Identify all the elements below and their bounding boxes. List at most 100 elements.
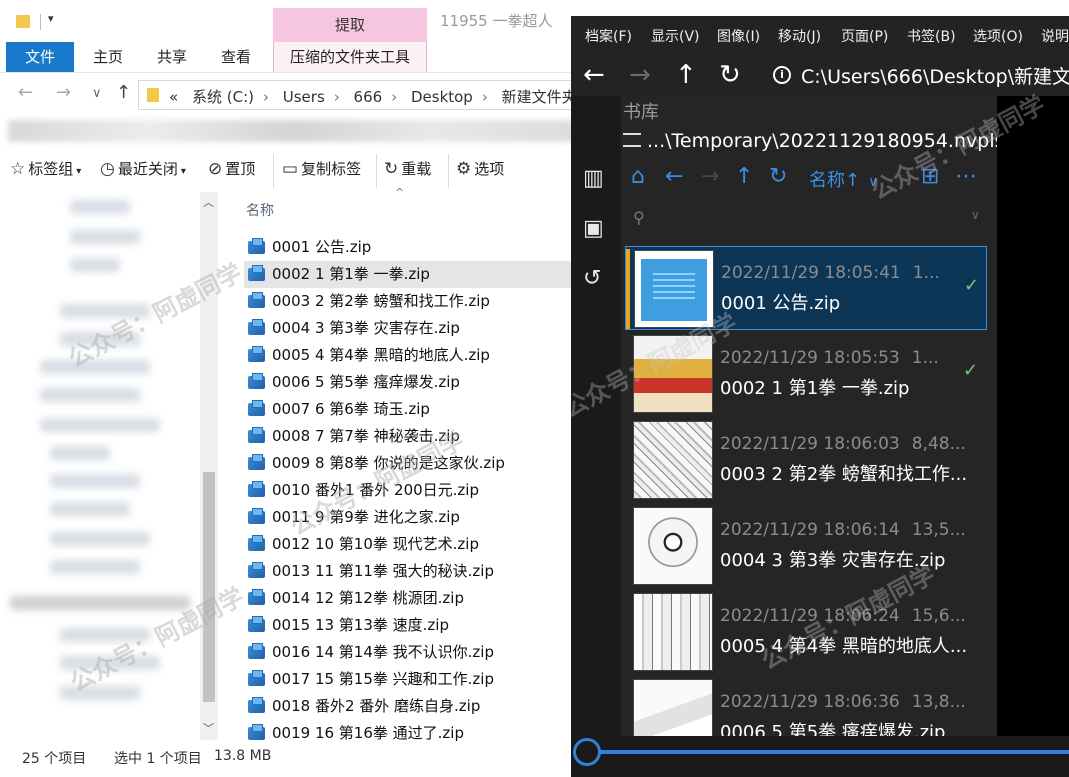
book-thumbnail: [633, 507, 713, 585]
tab-compressed-folder-tools[interactable]: 压缩的文件夹工具: [273, 42, 427, 72]
up-arrow-icon[interactable]: ↑: [735, 164, 753, 189]
file-name: 0017 15 第15拳 兴趣和工作.zip: [272, 670, 494, 688]
zip-archive-icon: [247, 319, 266, 336]
file-row[interactable]: 0013 11 第11拳 强大的秘诀.zip: [244, 558, 575, 585]
tab-home[interactable]: 主页: [80, 42, 136, 72]
tab-share[interactable]: 共享: [144, 42, 200, 72]
book-date-size: 2022/11/29 18:06:03 8,48...: [720, 434, 966, 454]
address-bar[interactable]: « 系统 (C:) › Users › 666 › Desktop › 新建文件夹: [138, 80, 577, 110]
file-row[interactable]: 0018 番外2 番外 磨练自身.zip: [244, 693, 575, 720]
breadcrumb-overflow[interactable]: «: [169, 88, 178, 106]
recent-locations-chevron-icon[interactable]: ∨: [92, 86, 102, 101]
slider-thumb[interactable]: [573, 738, 601, 766]
reload-button[interactable]: ↻ 重载: [384, 158, 431, 179]
menu-move[interactable]: 移动(J): [778, 26, 821, 46]
page-slider[interactable]: [571, 736, 1069, 777]
pin-label: 置顶: [225, 160, 256, 178]
file-name: 0002 1 第1拳 一拳.zip: [272, 265, 430, 283]
zip-archive-icon: [247, 508, 266, 525]
menu-image[interactable]: 图像(I): [717, 26, 760, 46]
menu-page[interactable]: 页面(P): [841, 26, 888, 46]
image-viewer-window: 档案(F) 显示(V) 图像(I) 移动(J) 页面(P) 书签(B) 选项(O…: [571, 16, 1069, 777]
breadcrumb-item-new-folder[interactable]: 新建文件夹: [502, 88, 577, 106]
paperclip-icon: ⊘: [208, 159, 223, 179]
file-name: 0018 番外2 番外 磨练自身.zip: [272, 697, 481, 715]
book-name: 0003 2 第2拳 螃蟹和找工作...: [720, 464, 968, 485]
file-row[interactable]: 0003 2 第2拳 螃蟹和找工作.zip: [244, 288, 575, 315]
breadcrumb-item-c-drive[interactable]: 系统 (C:): [192, 88, 254, 106]
search-box[interactable]: ⚲ ∨: [621, 200, 997, 236]
home-icon[interactable]: ⌂: [631, 164, 645, 189]
zip-archive-icon: [247, 454, 266, 471]
menu-bookmarks[interactable]: 书签(B): [907, 26, 956, 46]
image-display-area[interactable]: [997, 96, 1069, 736]
file-row[interactable]: 0015 13 第13拳 速度.zip: [244, 612, 575, 639]
forward-arrow-icon[interactable]: →: [56, 82, 71, 103]
customize-dropdown-icon[interactable]: ▾: [48, 12, 54, 25]
gear-icon: ⚙: [456, 159, 472, 179]
file-row[interactable]: 0014 12 第12拳 桃源团.zip: [244, 585, 575, 612]
file-row[interactable]: 0004 3 第3拳 灾害存在.zip: [244, 315, 575, 342]
file-name: 0016 14 第14拳 我不认识你.zip: [272, 643, 494, 661]
recently-closed-button[interactable]: ◷ 最近关闭 ▾: [100, 158, 186, 179]
zip-archive-icon: [247, 346, 266, 363]
read-check-icon: ✓: [964, 275, 980, 296]
more-options-icon[interactable]: ⋯: [955, 164, 977, 189]
breadcrumb-item-desktop[interactable]: Desktop: [411, 88, 473, 106]
image-icon[interactable]: ▣: [583, 216, 604, 241]
file-row[interactable]: 0016 14 第14拳 我不认识你.zip: [244, 639, 575, 666]
scroll-down-icon[interactable]: ﹀: [203, 720, 214, 736]
tab-file[interactable]: 文件: [6, 42, 74, 72]
history-icon[interactable]: ↺: [583, 266, 601, 291]
tab-groups-button[interactable]: ☆ 标签组 ▾: [10, 158, 81, 179]
column-header-name[interactable]: 名称: [246, 200, 274, 220]
copy-tabs-button[interactable]: ▭ 复制标签: [282, 158, 361, 179]
refresh-icon: ↻: [384, 159, 399, 179]
options-button[interactable]: ⚙ 选项: [456, 158, 504, 179]
refresh-icon[interactable]: ↻: [769, 164, 787, 189]
viewer-address-text[interactable]: C:\Users\666\Desktop\新建文: [801, 62, 1069, 89]
forward-arrow-icon[interactable]: →: [629, 60, 651, 90]
zip-archive-icon: [247, 562, 266, 579]
back-arrow-icon[interactable]: ←: [18, 82, 33, 103]
up-arrow-icon[interactable]: ↑: [675, 60, 697, 90]
file-row[interactable]: 0007 6 第6拳 琦玉.zip: [244, 396, 575, 423]
back-arrow-icon[interactable]: ←: [583, 60, 605, 90]
copy-tabs-label: 复制标签: [301, 160, 362, 178]
tab-view[interactable]: 查看: [208, 42, 264, 72]
chevron-down-icon[interactable]: ∨: [971, 208, 980, 222]
file-row[interactable]: 0001 公告.zip: [244, 234, 575, 261]
file-row[interactable]: 0002 1 第1拳 一拳.zip: [244, 261, 575, 288]
book-name: 0001 公告.zip: [721, 293, 841, 314]
viewer-address-bar: ← → ↑ ↻ i C:\Users\666\Desktop\新建文: [571, 56, 1069, 96]
file-row[interactable]: 0012 10 第10拳 现代艺术.zip: [244, 531, 575, 558]
divider: [0, 72, 575, 73]
menu-file[interactable]: 档案(F): [585, 26, 632, 46]
qttabbar-toolbar: ☆ 标签组 ▾ ◷ 最近关闭 ▾ ⊘ 置顶 ▭ 复制标签 ↻ 重载 ⚙ 选项: [0, 148, 575, 190]
back-arrow-icon[interactable]: ←: [665, 164, 683, 189]
menu-view[interactable]: 显示(V): [651, 26, 700, 46]
book-list-item[interactable]: 2022/11/29 18:06:03 8,48... 0003 2 第2拳 螃蟹和…: [625, 418, 987, 502]
scroll-up-icon[interactable]: ︿: [203, 194, 214, 210]
file-name: 0001 公告.zip: [272, 238, 372, 256]
book-date-size: 2022/11/29 18:06:36 13,8...: [720, 692, 966, 712]
zip-archive-icon: [247, 265, 266, 282]
pin-button[interactable]: ⊘ 置顶: [208, 158, 255, 179]
up-arrow-icon[interactable]: ↑: [116, 82, 131, 103]
refresh-icon[interactable]: ↻: [719, 60, 741, 90]
file-row[interactable]: 0017 15 第15拳 兴趣和工作.zip: [244, 666, 575, 693]
contextual-tab-extract[interactable]: 提取: [273, 8, 427, 42]
book-list-item[interactable]: 2022/11/29 18:05:41 1... 0001 公告.zip ✓: [625, 246, 987, 330]
bookshelf-icon[interactable]: ▥: [583, 166, 604, 191]
book-size: 1...: [911, 348, 939, 368]
file-row[interactable]: 0005 4 第4拳 黑暗的地底人.zip: [244, 342, 575, 369]
slider-track[interactable]: [591, 750, 1069, 754]
breadcrumb-item-users[interactable]: Users: [283, 88, 325, 106]
forward-arrow-icon[interactable]: →: [701, 164, 719, 189]
file-row[interactable]: 0006 5 第5拳 瘙痒爆发.zip: [244, 369, 575, 396]
menu-options[interactable]: 选项(O): [973, 26, 1023, 46]
info-icon[interactable]: i: [773, 66, 791, 84]
menu-help[interactable]: 说明: [1041, 26, 1069, 46]
options-label: 选项: [474, 160, 505, 178]
breadcrumb-item-666[interactable]: 666: [354, 88, 383, 106]
